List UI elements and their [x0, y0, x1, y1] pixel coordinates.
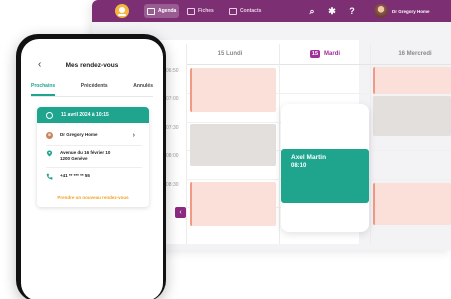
busy-slot[interactable]: [190, 124, 276, 166]
clock-icon: [46, 111, 53, 119]
address-block: Avenue du 16 février 10 1200 Genève: [60, 150, 110, 161]
day-label: 15 Lundi: [217, 51, 243, 57]
search-icon[interactable]: ⌕: [306, 5, 318, 17]
day-header-tuesday[interactable]: 15 Mardi: [281, 44, 369, 64]
user-name: Dr Gregory Home: [392, 8, 430, 14]
busy-slot[interactable]: [190, 182, 276, 226]
divider: [46, 167, 142, 168]
busy-slot[interactable]: [373, 183, 451, 225]
appointment-detail-card[interactable]: 11 avril 2024 à 10:15 Dr Gregory Home › …: [37, 107, 149, 207]
appointment-time: 08:10: [291, 163, 307, 169]
busy-slot[interactable]: [190, 68, 276, 112]
time-label: 06:50: [166, 68, 179, 74]
nav-contacts-label: Contacts: [240, 8, 262, 14]
location-pin-icon: [46, 150, 53, 157]
nav-contacts[interactable]: Contacts: [226, 4, 264, 18]
help-icon[interactable]: ?: [346, 5, 358, 17]
divider: [46, 145, 142, 146]
new-appointment-link[interactable]: Prendre un nouveau rendez-vous: [37, 195, 149, 200]
time-label: 07:30: [166, 125, 179, 131]
appointment-name: Axel Martin: [291, 154, 327, 161]
appointment-card[interactable]: Axel Martin 08:10: [281, 149, 369, 203]
phone-row[interactable]: +41 ** *** ** 55: [37, 173, 149, 180]
app-logo-icon: [115, 4, 129, 18]
busy-slot[interactable]: [373, 67, 451, 94]
busy-slot[interactable]: [373, 96, 451, 136]
doctor-avatar-icon: [46, 132, 53, 139]
appointment-tabs: Prochains Précédents Annulés: [31, 83, 153, 97]
phone-screen: ‹ Mes rendez-vous Prochains Précédents A…: [21, 39, 163, 299]
calendar-icon: [147, 7, 155, 15]
phone-icon: [46, 173, 53, 180]
file-icon: [187, 7, 195, 15]
user-menu[interactable]: Dr Gregory Home: [374, 2, 430, 20]
column-divider: [186, 44, 187, 244]
top-bar: Agenda Fiches Contacts ⌕ ✱ ? Dr Gregory …: [92, 0, 451, 22]
column-divider: [370, 44, 371, 244]
address-row[interactable]: Avenue du 16 février 10 1200 Genève: [37, 150, 149, 161]
column-divider: [279, 44, 280, 244]
day-header-monday[interactable]: 15 Lundi: [186, 44, 274, 64]
contacts-icon: [229, 7, 237, 15]
day-header-wednesday[interactable]: 16 Mercredi: [371, 44, 451, 64]
appointment-datetime: 11 avril 2024 à 10:15: [61, 112, 109, 118]
today-badge: 15: [309, 50, 321, 58]
time-label: 08:00: [166, 153, 179, 159]
card-header: 11 avril 2024 à 10:15: [37, 107, 149, 123]
nav-agenda[interactable]: Agenda: [144, 4, 180, 18]
nav-agenda-label: Agenda: [158, 8, 177, 14]
time-label: 08:30: [166, 182, 179, 188]
tab-cancelled[interactable]: Annulés: [133, 83, 153, 96]
doctor-name: Dr Gregory Home: [60, 132, 98, 137]
time-label: 07:00: [166, 96, 179, 102]
address-line-1: Avenue du 16 février 10: [60, 150, 111, 155]
header-divider: [186, 64, 451, 65]
phone-number: +41 ** *** ** 55: [60, 173, 90, 178]
nav-fiches[interactable]: Fiches: [184, 4, 217, 18]
day-label: Mardi: [324, 51, 341, 57]
doctor-row[interactable]: Dr Gregory Home ›: [37, 132, 149, 139]
tab-past[interactable]: Précédents: [81, 83, 108, 96]
tab-upcoming[interactable]: Prochains: [31, 83, 56, 96]
day-label: 16 Mercredi: [398, 51, 432, 57]
address-line-2: 1200 Genève: [60, 156, 88, 161]
page-title: Mes rendez-vous: [65, 62, 119, 69]
nav-fiches-label: Fiches: [198, 8, 214, 14]
chevron-right-icon: ›: [132, 132, 135, 139]
gear-icon[interactable]: ✱: [326, 5, 338, 17]
avatar: [374, 4, 388, 18]
prev-week-button[interactable]: ‹: [175, 207, 186, 218]
